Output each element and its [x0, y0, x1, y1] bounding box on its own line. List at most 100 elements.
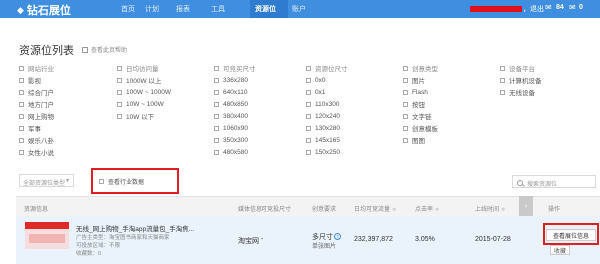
filter-option[interactable]: 网上购物	[19, 110, 54, 122]
scroll-right-button[interactable]: ›	[519, 196, 533, 216]
col-traffic[interactable]: 日均可竞流量 ≑	[354, 204, 396, 213]
logout-link[interactable]: ，退出	[523, 4, 544, 14]
checkbox[interactable]	[117, 113, 122, 119]
checkbox[interactable]	[306, 101, 311, 107]
col-ctr[interactable]: 点击率 ≑	[415, 204, 439, 213]
message-icon[interactable]: ✉	[569, 3, 576, 12]
checkbox[interactable]	[214, 77, 219, 83]
checkbox[interactable]	[19, 149, 24, 155]
checkbox[interactable]	[403, 77, 408, 83]
filter-option[interactable]: 地方门户	[19, 98, 54, 110]
filter-option[interactable]: 可竞买尺寸	[214, 62, 256, 74]
filter-option[interactable]: 计算机设备	[500, 74, 542, 86]
advertiser-type: 广告主类型：淘宝图书商家和天猫商家	[76, 235, 170, 241]
filter-option[interactable]: 110x300	[306, 98, 348, 110]
checkbox[interactable]	[403, 89, 408, 95]
checkbox[interactable]	[214, 137, 219, 143]
checkbox[interactable]	[306, 89, 311, 95]
info-icon[interactable]: ?	[334, 233, 341, 240]
checkbox[interactable]	[19, 65, 24, 71]
nav-plan[interactable]: 计划	[145, 4, 159, 14]
search-input[interactable]: 搜索资源位	[512, 175, 596, 188]
checkbox[interactable]	[117, 65, 122, 71]
resource-type-select[interactable]: 全部资源位类型 ▼	[19, 174, 74, 187]
filter-option[interactable]: 336x280	[214, 74, 256, 86]
filter-option[interactable]: Flash	[403, 86, 438, 98]
filter-option[interactable]: 资源位尺寸	[306, 62, 348, 74]
filter-option[interactable]: 日均访问量	[117, 62, 171, 74]
checkbox[interactable]	[19, 113, 24, 119]
favorite-button[interactable]: 收藏	[550, 245, 570, 255]
nav-home[interactable]: 首页	[121, 4, 135, 14]
checkbox[interactable]	[500, 77, 505, 83]
filter-option[interactable]: 350x300	[214, 134, 256, 146]
filter-option[interactable]: 1060x90	[214, 122, 256, 134]
checkbox[interactable]	[306, 113, 311, 119]
resource-title-link[interactable]: 无线_网上购物_手淘app流量包_手淘焦...	[76, 223, 194, 233]
checkbox[interactable]	[403, 113, 408, 119]
checkbox[interactable]	[214, 101, 219, 107]
filter-option[interactable]: 图片	[403, 74, 438, 86]
filter-option[interactable]: 640x110	[214, 86, 256, 98]
col-online-date[interactable]: 上线时间 ≑	[475, 204, 505, 213]
filter-option[interactable]: 按钮	[403, 98, 438, 110]
filter-option[interactable]: 综合门户	[19, 86, 54, 98]
mail-icon[interactable]: ✉	[545, 3, 552, 12]
checkbox[interactable]	[19, 89, 24, 95]
filter-option[interactable]: 军事	[19, 122, 54, 134]
checkbox[interactable]	[19, 125, 24, 131]
checkbox[interactable]	[19, 101, 24, 107]
filter-option[interactable]: 图图	[403, 134, 438, 146]
checkbox[interactable]	[403, 137, 408, 143]
filter-option[interactable]: 380x400	[214, 110, 256, 122]
filter-option[interactable]: 创意模板	[403, 122, 438, 134]
checkbox[interactable]	[19, 77, 24, 83]
filter-option[interactable]: 娱乐八卦	[19, 134, 54, 146]
filter-option[interactable]: 0x0	[306, 74, 348, 86]
filter-option[interactable]: 150x250	[306, 146, 348, 158]
filter-option[interactable]: 100W ~ 1000W	[117, 86, 171, 98]
resource-thumbnail[interactable]	[25, 222, 69, 249]
nav-account[interactable]: 账户	[292, 4, 306, 14]
checkbox[interactable]	[306, 149, 311, 155]
filter-option[interactable]: 480x850	[214, 98, 256, 110]
filter-option[interactable]: 120x240	[306, 110, 348, 122]
filter-option[interactable]: 10W ~ 100W	[117, 98, 171, 110]
checkbox[interactable]	[117, 89, 122, 95]
checkbox[interactable]	[403, 65, 408, 71]
filter-option[interactable]: 创意类型	[403, 62, 438, 74]
checkbox[interactable]	[306, 137, 311, 143]
checkbox[interactable]	[214, 125, 219, 131]
filter-option[interactable]: 网站行业	[19, 62, 54, 74]
checkbox[interactable]	[306, 77, 311, 83]
filter-option[interactable]: 10W 以下	[117, 110, 171, 122]
filter-option[interactable]: 设备平台	[500, 62, 542, 74]
nav-report[interactable]: 报表	[176, 4, 190, 14]
checkbox[interactable]	[306, 125, 311, 131]
checkbox[interactable]	[19, 137, 24, 143]
filter-option[interactable]: 影视	[19, 74, 54, 86]
checkbox[interactable]	[403, 101, 408, 107]
checkbox[interactable]	[403, 125, 408, 131]
filter-option[interactable]: 女性小说	[19, 146, 54, 158]
checkbox[interactable]	[117, 77, 122, 83]
nav-resources[interactable]: 资源位	[255, 4, 276, 14]
filter-option[interactable]: 1000W 以上	[117, 74, 171, 86]
checkbox[interactable]	[117, 101, 122, 107]
nav-tools[interactable]: 工具	[211, 4, 225, 14]
logo[interactable]: ◆ 钻石展位	[17, 2, 71, 18]
checkbox[interactable]	[500, 89, 505, 95]
filter-option[interactable]: 文字链	[403, 110, 438, 122]
filter-option[interactable]: 145x165	[306, 134, 348, 146]
filter-option[interactable]: 130x280	[306, 122, 348, 134]
filter-option[interactable]: 0x1	[306, 86, 348, 98]
checkbox[interactable]	[214, 65, 219, 71]
checkbox[interactable]	[214, 89, 219, 95]
filter-option[interactable]: 480x580	[214, 146, 256, 158]
checkbox[interactable]	[500, 65, 505, 71]
checkbox[interactable]	[214, 113, 219, 119]
checkbox[interactable]	[214, 149, 219, 155]
checkbox[interactable]	[306, 65, 311, 71]
help-link[interactable]: 查看此页帮助	[82, 45, 127, 54]
filter-option[interactable]: 无线设备	[500, 86, 542, 98]
